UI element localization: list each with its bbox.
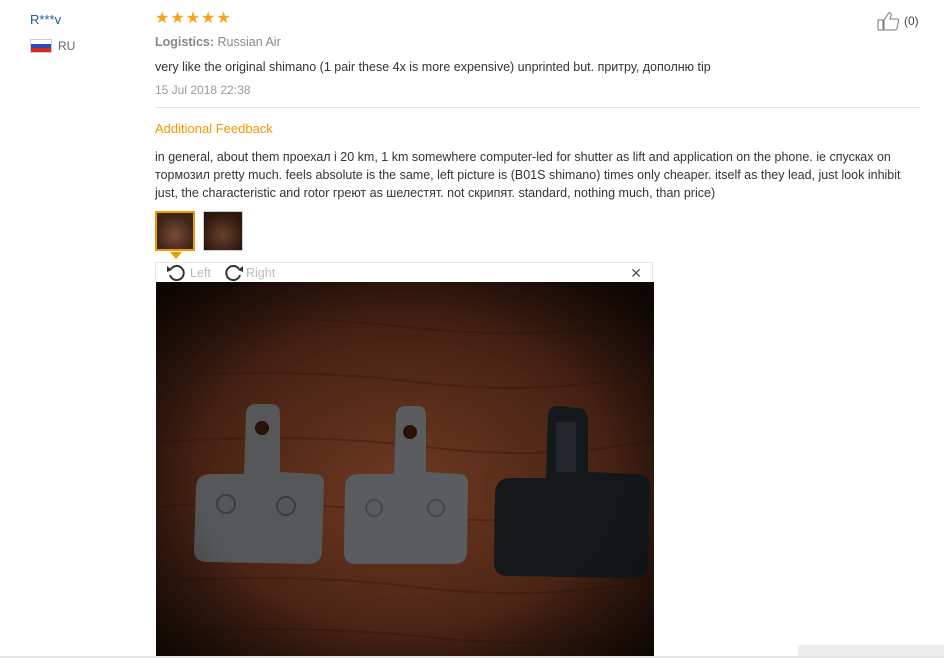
image-viewer-toolbar: Left Right ✕ [155,262,653,282]
brake-pads-photo [156,282,654,658]
active-thumbnail-caret [170,252,182,259]
reviewer-country: RU [30,39,75,53]
logistics-value: Russian Air [217,35,281,49]
additional-feedback-text: in general, about them проехал i 20 km, … [155,150,901,200]
logistics-info: Logistics: Russian Air [155,35,281,49]
helpful-count: (0) [904,14,919,28]
star-icon: ★ [170,10,185,27]
logistics-label: Logistics: [155,35,215,49]
photo-thumbnail[interactable] [203,211,243,251]
thumbs-up-icon[interactable] [877,11,901,31]
rotate-left-button[interactable]: Left [166,263,211,283]
reviewer-name: R***v [30,12,62,27]
star-icon: ★ [155,10,170,27]
russia-flag-icon [30,39,52,53]
rotate-left-label: Left [190,266,211,280]
close-icon[interactable]: ✕ [630,265,642,281]
star-icon: ★ [216,10,231,27]
review-text: very like the original shimano (1 pair t… [155,60,711,74]
rotate-right-button[interactable]: Right [222,263,275,283]
star-icon: ★ [201,10,216,27]
star-icon: ★ [185,10,201,27]
star-rating: ★ ★ ★ ★ ★ [155,11,231,27]
additional-feedback-title: Additional Feedback [155,121,273,136]
rotate-right-label: Right [246,266,276,280]
rotate-left-icon[interactable] [166,263,188,283]
review-photo [156,282,654,658]
divider [155,107,920,108]
country-code: RU [58,39,76,53]
rotate-right-icon[interactable] [222,263,244,283]
review-date: 15 Jul 2018 22:38 [155,83,251,97]
helpful-button[interactable]: (0) [877,11,919,31]
photo-thumbnail[interactable] [155,211,195,251]
